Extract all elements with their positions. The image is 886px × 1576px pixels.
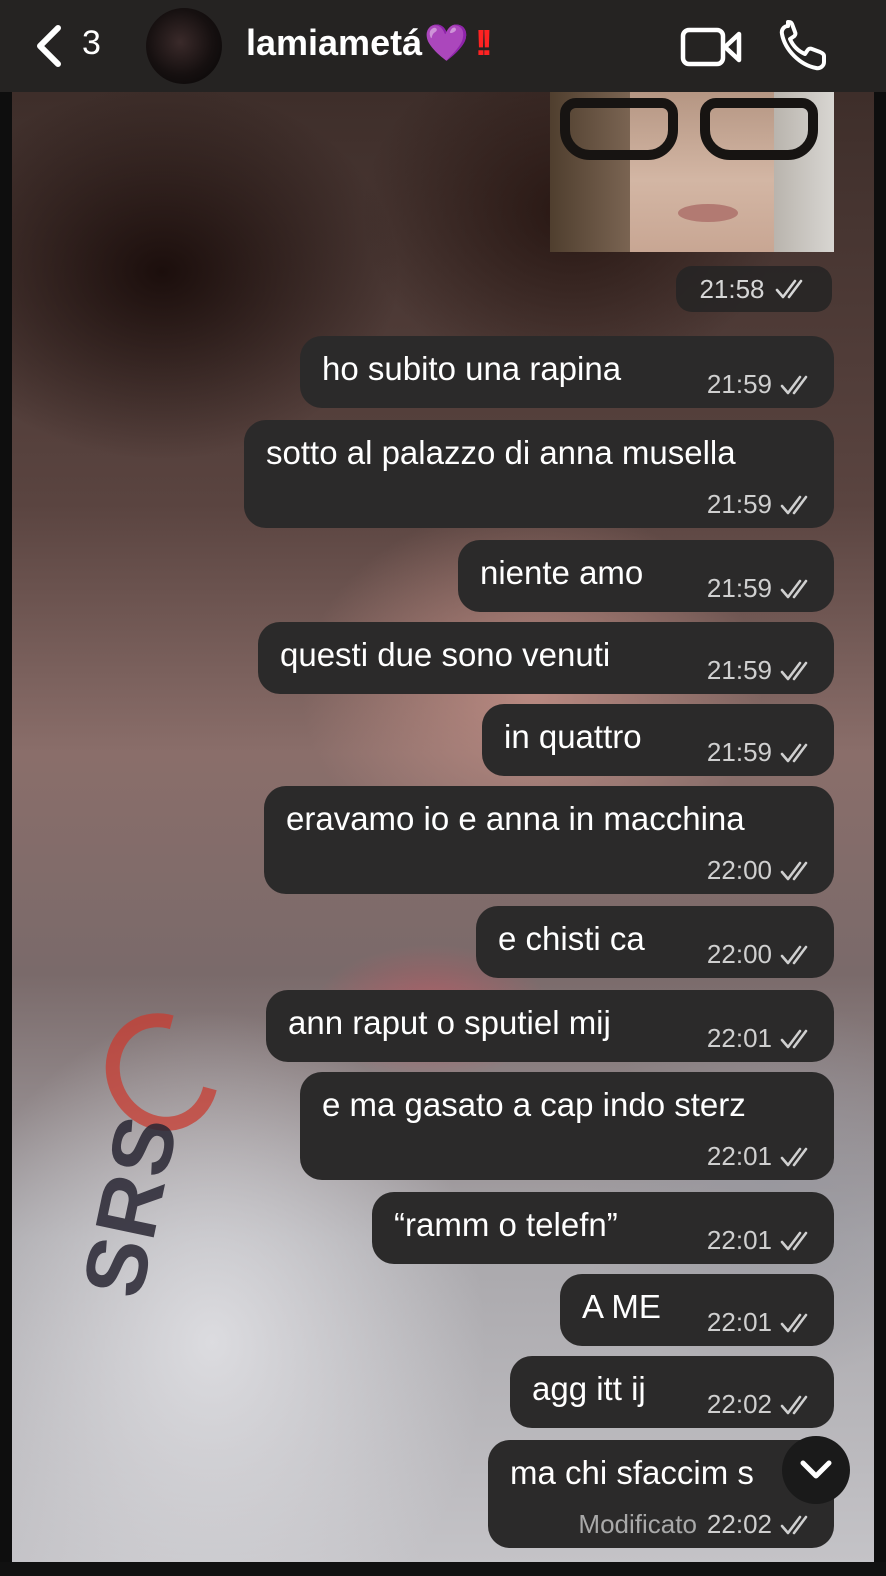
- back-arrow-icon[interactable]: [30, 22, 70, 70]
- message-time: 22:01: [706, 1023, 772, 1053]
- message-text: questi due sono venuti: [280, 636, 611, 673]
- message-time: 22:02: [706, 1389, 772, 1419]
- message-meta: 21:59: [707, 655, 814, 686]
- read-ticks-icon: [780, 1029, 808, 1048]
- message-bubble[interactable]: ann raput o sputiel mij 22:01: [266, 990, 834, 1062]
- message-text: niente amo: [480, 554, 644, 591]
- message-time: 21:59: [706, 655, 772, 685]
- message-text: ma chi sfaccim s: [510, 1454, 754, 1491]
- photo-message[interactable]: [550, 92, 834, 252]
- message-time: 21:59: [706, 369, 772, 399]
- message-meta: 21:59: [707, 737, 814, 768]
- double-exclamation-emoji: !!: [474, 22, 493, 63]
- message-text: sotto al palazzo di anna musella: [266, 434, 736, 471]
- message-time: 22:02: [706, 1509, 772, 1539]
- scroll-to-bottom-button[interactable]: [782, 1436, 850, 1504]
- read-ticks-icon: [780, 1313, 808, 1332]
- read-ticks-icon: [780, 1515, 808, 1534]
- message-meta: 22:01: [707, 1307, 814, 1338]
- photo-timestamp: 21:58: [676, 266, 832, 312]
- purple-heart-emoji: 💜: [424, 22, 469, 63]
- message-time: 22:00: [706, 855, 772, 885]
- read-ticks-icon: [780, 743, 808, 762]
- edited-label: Modificato: [578, 1509, 697, 1539]
- message-text: in quattro: [504, 718, 642, 755]
- read-ticks-icon: [780, 1231, 808, 1250]
- read-ticks-icon: [780, 1147, 808, 1166]
- read-ticks-icon: [780, 579, 808, 598]
- unread-count[interactable]: 3: [82, 24, 101, 63]
- message-bubble[interactable]: sotto al palazzo di anna musella 21:59: [244, 420, 834, 528]
- bottom-strip: [0, 1562, 886, 1576]
- message-bubble[interactable]: ma chi sfaccim s Modificato 22:02: [488, 1440, 834, 1548]
- chat-screen: SRS 3 lamiametá 💜 !! 21:58 ho subito una…: [0, 0, 886, 1576]
- photo-glasses-left: [560, 98, 678, 160]
- message-text: A ME: [582, 1288, 661, 1325]
- message-bubble[interactable]: “ramm o telefn” 22:01: [372, 1192, 834, 1264]
- message-bubble[interactable]: e ma gasato a cap indo sterz 22:01: [300, 1072, 834, 1180]
- read-ticks-icon: [780, 495, 808, 514]
- message-meta: 22:02: [707, 1389, 814, 1420]
- message-meta: Modificato 22:02: [578, 1509, 814, 1540]
- message-bubble[interactable]: niente amo 21:59: [458, 540, 834, 612]
- message-bubble[interactable]: e chisti ca 22:00: [476, 906, 834, 978]
- photo-lips: [678, 204, 738, 222]
- message-bubble[interactable]: A ME 22:01: [560, 1274, 834, 1346]
- contact-avatar[interactable]: [146, 8, 222, 84]
- read-ticks-icon: [775, 279, 802, 299]
- read-ticks-icon: [780, 375, 808, 394]
- wallpaper-logo: SRS: [64, 1106, 197, 1306]
- message-text: e ma gasato a cap indo sterz: [322, 1086, 746, 1123]
- message-text: e chisti ca: [498, 920, 645, 957]
- message-meta: 22:00: [707, 855, 814, 886]
- message-meta: 22:00: [707, 939, 814, 970]
- message-meta: 22:01: [707, 1141, 814, 1172]
- message-time: 22:01: [706, 1141, 772, 1171]
- message-bubble[interactable]: ho subito una rapina 21:59: [300, 336, 834, 408]
- message-time: 21:59: [706, 737, 772, 767]
- message-time: 22:01: [706, 1225, 772, 1255]
- photo-glasses-right: [700, 98, 818, 160]
- contact-name: lamiametá: [246, 22, 423, 63]
- message-time: 21:59: [706, 573, 772, 603]
- message-time: 22:00: [706, 939, 772, 969]
- message-meta: 21:59: [707, 573, 814, 604]
- message-time: 21:58: [699, 273, 765, 304]
- message-meta: 22:01: [707, 1225, 814, 1256]
- message-meta: 21:59: [707, 369, 814, 400]
- message-bubble[interactable]: agg itt ij 22:02: [510, 1356, 834, 1428]
- read-ticks-icon: [780, 945, 808, 964]
- chevron-down-icon: [800, 1460, 832, 1479]
- message-bubble[interactable]: eravamo io e anna in macchina 22:00: [264, 786, 834, 894]
- message-time: 21:59: [706, 489, 772, 519]
- video-camera-icon[interactable]: [680, 26, 742, 68]
- message-meta: 22:01: [707, 1023, 814, 1054]
- read-ticks-icon: [780, 661, 808, 680]
- read-ticks-icon: [780, 1395, 808, 1414]
- phone-icon[interactable]: [776, 20, 830, 74]
- message-text: ann raput o sputiel mij: [288, 1004, 611, 1041]
- message-bubble[interactable]: questi due sono venuti 21:59: [258, 622, 834, 694]
- message-time: 22:01: [706, 1307, 772, 1337]
- message-text: agg itt ij: [532, 1370, 646, 1407]
- message-meta: 21:59: [707, 489, 814, 520]
- read-ticks-icon: [780, 861, 808, 880]
- message-text: eravamo io e anna in macchina: [286, 800, 745, 837]
- chat-header: 3 lamiametá 💜 !!: [0, 0, 886, 92]
- message-bubble[interactable]: in quattro 21:59: [482, 704, 834, 776]
- message-text: ho subito una rapina: [322, 350, 622, 387]
- message-text: “ramm o telefn”: [394, 1206, 618, 1243]
- contact-name-row[interactable]: lamiametá 💜 !!: [246, 22, 493, 64]
